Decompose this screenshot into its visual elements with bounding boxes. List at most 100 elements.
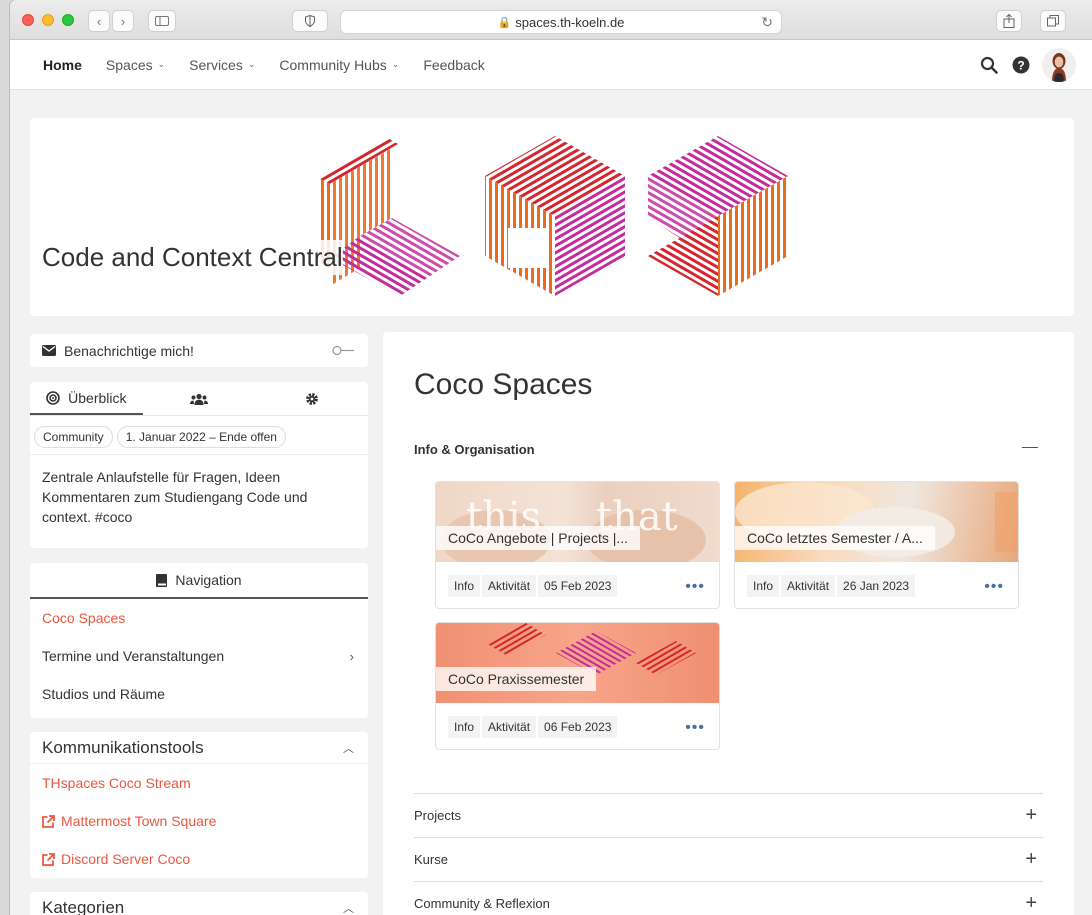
link-label: Discord Server Coco <box>61 851 191 867</box>
expand-icon[interactable]: + <box>1025 804 1037 827</box>
tab-settings[interactable] <box>255 382 368 415</box>
space-card[interactable]: CoCo Praxissemester Info Aktivität 06 Fe… <box>435 622 720 750</box>
space-card[interactable]: this that CoCo Angebote | Projects |... … <box>435 481 720 609</box>
chevron-down-icon: ⌄ <box>391 59 400 69</box>
tab-members[interactable] <box>143 382 256 415</box>
more-options-icon[interactable]: ••• <box>984 578 1004 596</box>
accordion-community[interactable]: Community & Reflexion + <box>414 881 1043 915</box>
nav-feedback[interactable]: Feedback <box>423 57 484 73</box>
book-icon <box>156 573 168 587</box>
nav-community-hubs-label: Community Hubs <box>279 56 387 73</box>
back-button[interactable]: ‹ <box>88 10 110 32</box>
card-image: CoCo letztes Semester / A... <box>735 482 1018 562</box>
card-tag: Info <box>747 574 780 597</box>
coco-logo-image <box>318 136 788 296</box>
site-top-navigation: Home Spaces ⌄ Services ⌄ Community Hubs ⌄ F… <box>10 40 1092 90</box>
zoom-window-button[interactable] <box>62 14 74 26</box>
link-mattermost[interactable]: Mattermost Town Square <box>30 802 368 840</box>
sidebar-toggle-button[interactable] <box>148 10 176 32</box>
minimize-window-button[interactable] <box>42 14 54 26</box>
navigation-panel: Navigation Coco Spaces Termine und Veran… <box>30 563 368 718</box>
link-label: Mattermost Town Square <box>61 813 217 829</box>
chevron-left-icon: ‹ <box>96 13 102 29</box>
link-discord[interactable]: Discord Server Coco <box>30 840 368 878</box>
chevron-down-icon: ⌄ <box>157 59 166 69</box>
space-title: Code and Context Central <box>42 240 343 275</box>
card-tag: Aktivität <box>781 574 836 597</box>
overview-tabs: Überblick <box>30 382 368 416</box>
accordion-label: Kurse <box>414 852 448 867</box>
card-title: CoCo letztes Semester / A... <box>735 526 935 550</box>
chevron-up-icon: ︿ <box>343 903 354 915</box>
nav-link-label: Coco Spaces <box>42 610 126 626</box>
space-description: Zentrale Anlaufstelle für Fragen, Ideen … <box>42 469 308 525</box>
more-options-icon[interactable]: ••• <box>685 719 705 737</box>
browser-window: ‹ › 🔒 spaces.th-koeln.de ↻ Home Spaces ⌄ … <box>10 0 1092 915</box>
nav-home-label: Home <box>43 56 82 73</box>
nav-spaces[interactable]: Spaces ⌄ <box>106 57 165 73</box>
privacy-shield-button[interactable] <box>292 10 328 32</box>
nav-link-label: Termine und Veranstaltungen <box>42 648 225 664</box>
nav-link-coco-spaces[interactable]: Coco Spaces <box>30 599 368 637</box>
toggle-switch-icon[interactable] <box>332 345 354 356</box>
nav-link-studios[interactable]: Studios und Räume <box>30 675 368 713</box>
tabs-overview-button[interactable] <box>1040 10 1066 32</box>
overview-panel: Überblick Community 1. Januar 2022 – End… <box>30 382 368 548</box>
forward-button[interactable]: › <box>112 10 134 32</box>
reload-icon[interactable]: ↻ <box>761 14 773 31</box>
space-tags: Community 1. Januar 2022 – Ende offen <box>30 416 368 455</box>
page-title: Coco Spaces <box>414 368 593 401</box>
accordion-projects[interactable]: Projects + <box>414 793 1043 837</box>
date-chip: 1. Januar 2022 – Ende offen <box>116 426 286 448</box>
collapse-icon[interactable] <box>1022 447 1038 448</box>
envelope-icon <box>42 345 56 356</box>
users-icon <box>190 393 208 405</box>
tab-overview[interactable]: Überblick <box>30 382 143 415</box>
space-card[interactable]: CoCo letztes Semester / A... Info Aktivi… <box>734 481 1019 609</box>
nav-services[interactable]: Services ⌄ <box>189 57 255 73</box>
card-date: 26 Jan 2023 <box>837 574 916 597</box>
categories-header[interactable]: Kategorien ︿ <box>30 892 368 915</box>
chevron-down-icon: ⌄ <box>247 59 256 69</box>
tag-chip[interactable]: Community <box>34 426 113 448</box>
card-title: CoCo Praxissemester <box>436 667 597 691</box>
link-label: THspaces Coco Stream <box>42 775 191 791</box>
help-icon[interactable]: ? <box>1012 56 1030 74</box>
card-image-art <box>735 482 1018 557</box>
communication-tools-panel: Kommunikationstools ︿ THspaces Coco Stre… <box>30 732 368 878</box>
nav-link-termine[interactable]: Termine und Veranstaltungen › <box>30 637 368 675</box>
card-date: 05 Feb 2023 <box>538 574 618 597</box>
notify-label: Benachrichtige mich! <box>64 342 194 359</box>
section-title: Info & Organisation <box>414 442 535 457</box>
shield-icon <box>305 15 315 27</box>
card-image-art <box>486 623 696 675</box>
address-bar[interactable]: 🔒 spaces.th-koeln.de ↻ <box>340 10 782 34</box>
accordion-label: Projects <box>414 808 461 823</box>
chevron-right-icon: › <box>349 648 354 664</box>
communication-tools-title: Kommunikationstools <box>42 737 204 757</box>
search-icon[interactable] <box>980 56 998 74</box>
nav-home[interactable]: Home <box>43 57 82 73</box>
accordion-label: Community & Reflexion <box>414 896 550 911</box>
expand-icon[interactable]: + <box>1025 848 1037 871</box>
share-button[interactable] <box>996 10 1022 32</box>
avatar-image <box>1042 48 1076 82</box>
main-content: Coco Spaces Info & Organisation this tha… <box>383 332 1074 915</box>
accordion-kurse[interactable]: Kurse + <box>414 837 1043 881</box>
categories-title: Kategorien <box>42 898 125 915</box>
nav-community-hubs[interactable]: Community Hubs ⌄ <box>279 57 399 73</box>
navigation-label: Navigation <box>175 572 242 588</box>
user-avatar[interactable] <box>1042 48 1076 82</box>
close-window-button[interactable] <box>22 14 34 26</box>
card-tag: Aktivität <box>482 574 537 597</box>
nav-feedback-label: Feedback <box>423 56 485 73</box>
target-icon <box>46 390 60 405</box>
more-options-icon[interactable]: ••• <box>685 578 705 596</box>
notify-toggle-panel[interactable]: Benachrichtige mich! <box>30 334 368 367</box>
communication-tools-header[interactable]: Kommunikationstools ︿ <box>30 732 368 764</box>
navigation-header: Navigation <box>30 563 368 599</box>
link-coco-stream[interactable]: THspaces Coco Stream <box>30 764 368 802</box>
space-banner: Code and Context Central <box>30 118 1074 316</box>
nav-services-label: Services <box>189 56 243 73</box>
expand-icon[interactable]: + <box>1025 892 1037 915</box>
